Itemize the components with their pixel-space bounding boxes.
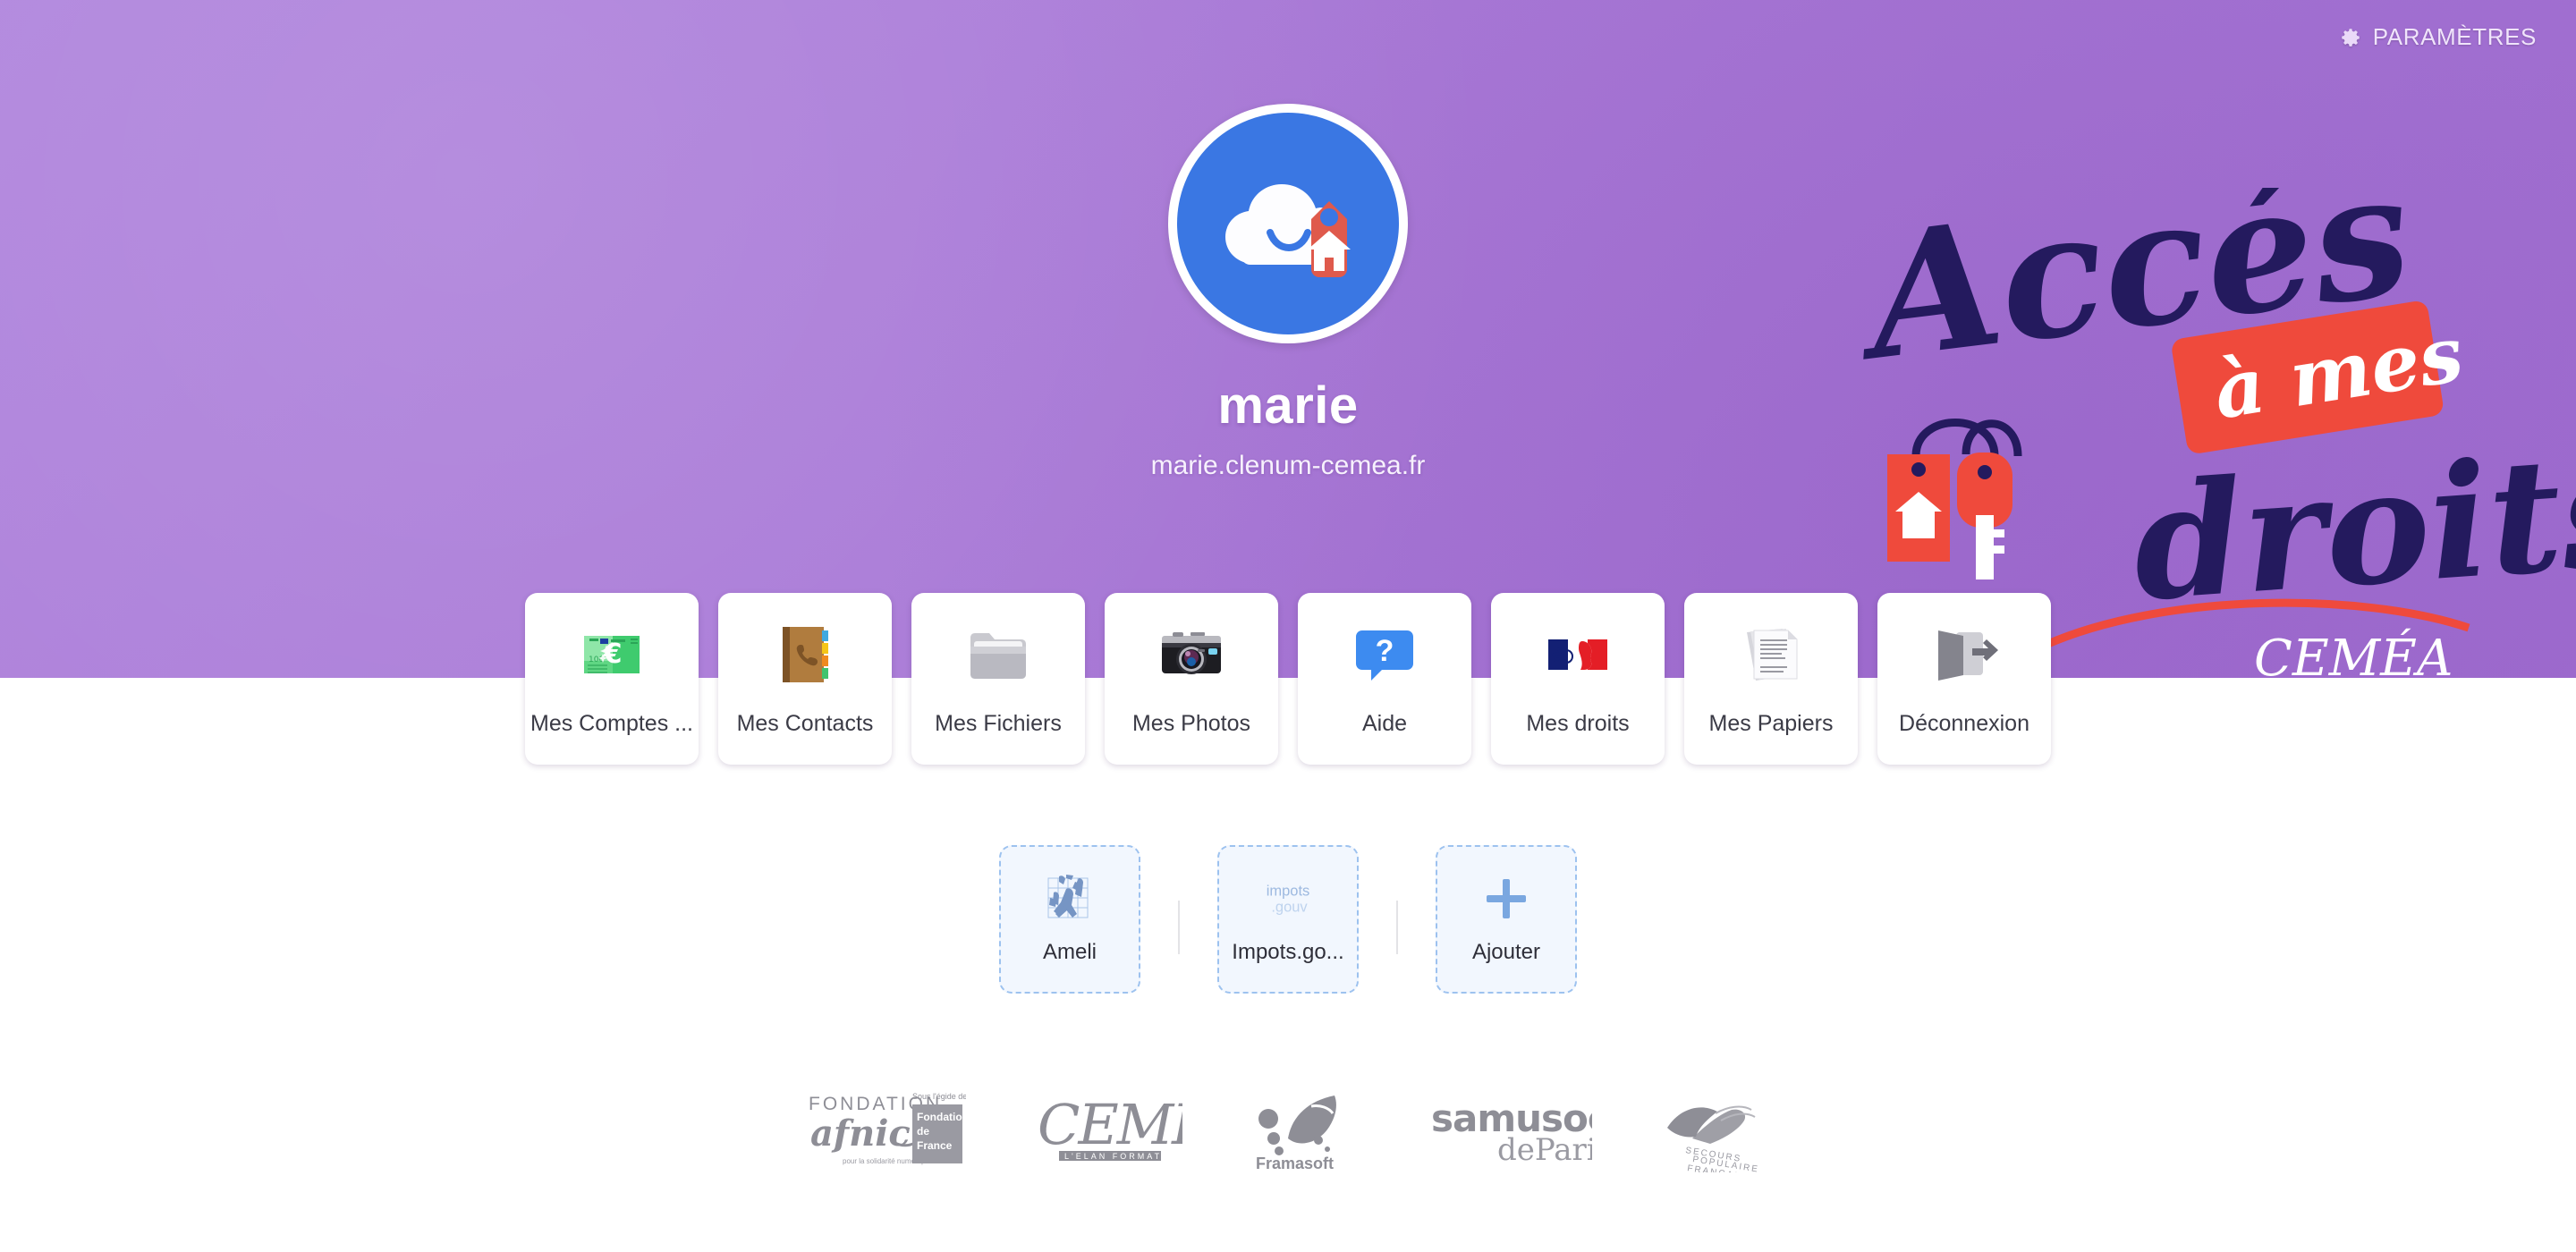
- avatar[interactable]: [1168, 104, 1408, 343]
- app-tile-aide[interactable]: ? Aide: [1298, 593, 1471, 765]
- svg-text:de: de: [917, 1125, 929, 1138]
- app-tile-label: Mes droits: [1526, 711, 1630, 736]
- user-domain: marie.clenum-cemea.fr: [1150, 451, 1426, 480]
- app-tile-label: Mes Comptes ...: [530, 711, 693, 736]
- svg-text:Framasoft: Framasoft: [1256, 1155, 1334, 1172]
- service-separator: [1178, 901, 1180, 954]
- svg-text:L'ELAN FORMATION: L'ELAN FORMATION: [1064, 1152, 1182, 1161]
- app-tiles: € 100 Mes Comptes ... Mes Contacts Mes F…: [0, 593, 2576, 765]
- app-tile-mes-photos[interactable]: Mes Photos: [1105, 593, 1278, 765]
- footer-logos: FONDATION afnic pour la solidarité numér…: [0, 1087, 2576, 1172]
- cemea-logo: CEMÉA L'ELAN FORMATION: [1036, 1088, 1182, 1171]
- service-tile-label: Ameli: [1042, 940, 1097, 964]
- svg-text:Fondation: Fondation: [917, 1111, 966, 1123]
- logout-door-icon: [1929, 620, 1999, 689]
- banknotes-euro-icon: € 100: [577, 620, 647, 689]
- service-tile-ameli[interactable]: Ameli: [999, 845, 1140, 994]
- app-tile-label: Mes Contacts: [736, 711, 874, 736]
- app-tile-label: Mes Fichiers: [935, 711, 1062, 736]
- camera-icon: [1157, 620, 1226, 689]
- svg-text:CEMÉA: CEMÉA: [1038, 1092, 1182, 1157]
- app-tile-mes-fichiers[interactable]: Mes Fichiers: [911, 593, 1085, 765]
- gear-icon: [2339, 26, 2362, 49]
- service-tile-label: Ajouter: [1471, 940, 1541, 964]
- svg-text:France: France: [917, 1139, 953, 1152]
- key-tag-art: [1887, 419, 2022, 579]
- ameli-logo-icon: [1038, 870, 1102, 927]
- svg-text:impots: impots: [1267, 883, 1310, 899]
- app-tile-label: Mes Papiers: [1708, 711, 1834, 736]
- service-separator: [1396, 901, 1398, 954]
- service-tile-label: Impots.go...: [1232, 940, 1344, 964]
- service-tile-impots-go[interactable]: impots .gouv Impots.go...: [1217, 845, 1359, 994]
- plus-icon: [1474, 870, 1538, 927]
- svg-text:?: ?: [1376, 634, 1394, 668]
- app-tile-label: Déconnexion: [1899, 711, 2029, 736]
- app-tile-mes-comptes[interactable]: € 100 Mes Comptes ...: [525, 593, 699, 765]
- user-name: marie: [1217, 376, 1359, 435]
- app-tile-label: Mes Photos: [1131, 711, 1250, 736]
- app-tile-d-connexion[interactable]: Déconnexion: [1877, 593, 2051, 765]
- hero-banner: PARAMÈTRES marie marie.clenum-cemea.fr A…: [0, 0, 2576, 678]
- folder-icon: [963, 620, 1033, 689]
- app-tile-label: Aide: [1361, 711, 1408, 736]
- fondation-afnic-logo: FONDATION afnic pour la solidarité numér…: [807, 1087, 966, 1172]
- address-book-icon: [770, 620, 840, 689]
- cloud-home-avatar: [1168, 104, 1408, 343]
- samusocial-paris-logo: samusocial deParis: [1429, 1094, 1592, 1165]
- settings-label: PARAMÈTRES: [2372, 23, 2537, 50]
- svg-text:Sous l'égide de: Sous l'égide de: [912, 1092, 966, 1101]
- impots-logo-icon: impots .gouv: [1256, 870, 1320, 927]
- question-bubble-icon: ?: [1350, 620, 1419, 689]
- svg-text:.gouv: .gouv: [1271, 899, 1308, 915]
- marianne-flag-icon: [1543, 620, 1613, 689]
- app-tile-mes-contacts[interactable]: Mes Contacts: [718, 593, 892, 765]
- settings-button[interactable]: PARAMÈTRES: [2339, 23, 2537, 51]
- documents-icon: [1736, 620, 1806, 689]
- brand-line1: Accés: [1860, 188, 2420, 399]
- service-tiles: Ameli impots .gouv Impots.go... Ajouter: [0, 845, 2576, 994]
- service-tile-ajouter[interactable]: Ajouter: [1436, 845, 1577, 994]
- secours-populaire-logo: SECOURS POPULAIRE FRANÇAIS: [1662, 1087, 1769, 1172]
- svg-text:deParis: deParis: [1497, 1132, 1592, 1165]
- framasoft-logo: Framasoft: [1252, 1087, 1360, 1172]
- app-tile-mes-papiers[interactable]: Mes Papiers: [1684, 593, 1858, 765]
- app-tile-mes-droits[interactable]: Mes droits: [1491, 593, 1665, 765]
- svg-text:afnic: afnic: [810, 1112, 911, 1155]
